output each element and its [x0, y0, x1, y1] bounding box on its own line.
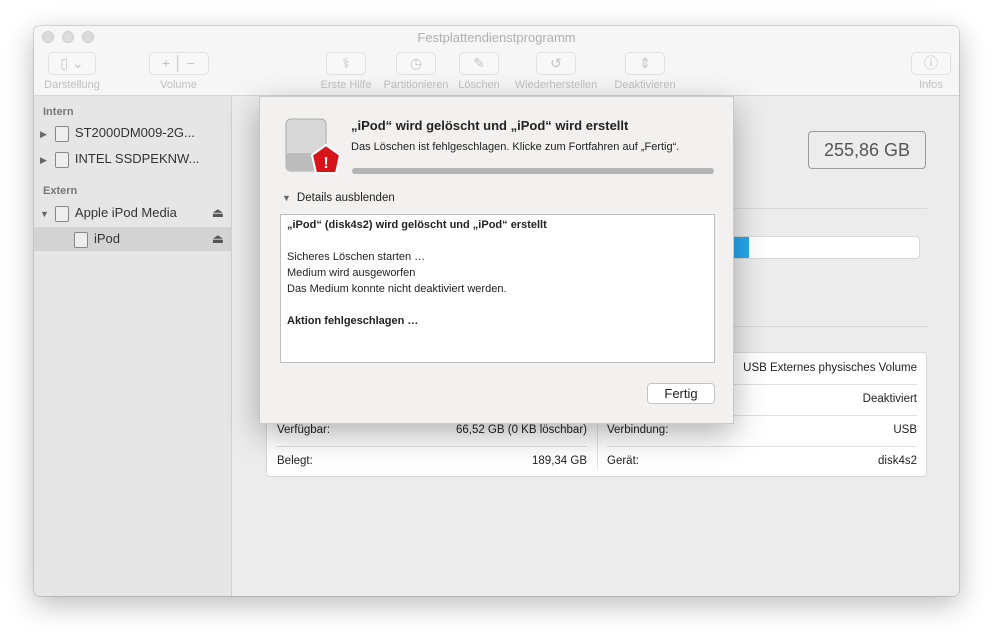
sidebar-item-label: ST2000DM009-2G... — [74, 125, 195, 140]
sidebar-item-ipod-media[interactable]: ▼ Apple iPod Media ⏏ — [34, 201, 232, 225]
window-title: Festplattendienstprogramm — [417, 30, 576, 45]
sidebar-item-disk1[interactable]: ▶ ST2000DM009-2G... — [34, 121, 232, 145]
disclosure-open-icon: ▼ — [282, 193, 291, 203]
disk-error-icon: ! — [285, 118, 342, 174]
partition-button[interactable]: ◷ Partitionieren — [378, 52, 454, 91]
log-line: Das Medium konnte nicht deaktiviert werd… — [287, 283, 507, 295]
info-row-used: Belegt: 189,34 GB — [277, 446, 587, 477]
eject-icon[interactable]: ⏏ — [212, 227, 224, 251]
sidebar-item-disk2[interactable]: ▶ INTEL SSDPEKNW... — [34, 147, 232, 171]
info-icon: ⓘ — [911, 52, 951, 75]
plus-minus-icon: + │ − — [148, 52, 209, 75]
sidebar: Intern ▶ ST2000DM009-2G... ▶ INTEL SSDPEKN… — [34, 96, 232, 596]
partition-label: Partitionieren — [383, 79, 449, 91]
details-toggle[interactable]: ▼ Details ausblenden — [282, 192, 395, 204]
info-label: Gerät: — [607, 455, 639, 467]
info-value: disk4s2 — [878, 455, 917, 467]
hdd-icon — [54, 125, 69, 142]
unmount-icon: ⇕ — [625, 52, 665, 75]
unmount-button[interactable]: ⇕ Deaktivieren — [611, 52, 679, 91]
pie-icon: ◷ — [396, 52, 436, 75]
erase-icon: ✎ — [459, 52, 499, 75]
toolbar: Festplattendienstprogramm ▯ ⌄ Darstellung… — [34, 26, 959, 96]
done-button[interactable]: Fertig — [647, 383, 715, 404]
sidebar-item-label: iPod — [94, 231, 121, 246]
log-line: Sicheres Löschen starten … — [287, 251, 426, 263]
info-label: Infos — [919, 79, 943, 91]
info-label: Belegt: — [277, 455, 313, 467]
dialog-title: „iPod“ wird gelöscht und „iPod“ wird ers… — [351, 118, 629, 133]
view-label: Darstellung — [44, 79, 100, 91]
progress-bar — [352, 168, 714, 174]
info-value: USB Externes physisches Volume — [743, 362, 917, 374]
volume-icon — [74, 231, 88, 248]
sidebar-item-label: INTEL SSDPEKNW... — [74, 151, 200, 166]
view-button[interactable]: ▯ ⌄ Darstellung — [42, 52, 102, 91]
external-header: Extern — [43, 185, 78, 197]
info-value: Deaktiviert — [862, 393, 917, 405]
info-label: Verbindung: — [607, 424, 669, 436]
first-aid-label: Erste Hilfe — [320, 79, 372, 91]
volume-button[interactable]: + │ − Volume — [146, 52, 211, 91]
erase-label: Löschen — [458, 79, 500, 91]
sidebar-icon: ▯ ⌄ — [48, 52, 96, 75]
info-value: USB — [893, 424, 917, 436]
sidebar-item-label: Apple iPod Media — [74, 205, 177, 220]
unmount-label: Deaktivieren — [614, 79, 676, 91]
info-button[interactable]: ⓘ Infos — [910, 52, 952, 91]
dialog-message: Das Löschen ist fehlgeschlagen. Klicke z… — [351, 141, 680, 153]
log-line: „iPod“ (disk4s2) wird gelöscht und „iPod… — [287, 219, 547, 231]
external-disk-icon — [54, 205, 69, 222]
capacity-box: 255,86 GB — [808, 131, 926, 169]
sidebar-item-ipod[interactable]: iPod ⏏ — [34, 227, 232, 251]
erase-sheet: ! „iPod“ wird gelöscht und „iPod“ wird e… — [259, 96, 734, 424]
info-label: Verfügbar: — [277, 424, 331, 436]
volume-label: Volume — [160, 79, 197, 91]
stethoscope-icon: ⚕ — [326, 52, 366, 75]
info-value: 189,34 GB — [532, 455, 587, 467]
first-aid-button[interactable]: ⚕ Erste Hilfe — [316, 52, 376, 91]
restore-button[interactable]: ↺ Wiederherstellen — [511, 52, 601, 91]
hdd-icon — [54, 151, 69, 168]
erase-button[interactable]: ✎ Löschen — [456, 52, 502, 91]
disclosure-icon[interactable]: ▶ — [40, 129, 47, 139]
eject-icon[interactable]: ⏏ — [212, 201, 224, 225]
info-row-device: Gerät: disk4s2 — [607, 446, 917, 477]
restore-label: Wiederherstellen — [514, 79, 598, 91]
log-line: Aktion fehlgeschlagen … — [287, 315, 419, 327]
disclosure-open-icon[interactable]: ▼ — [40, 209, 49, 219]
details-log[interactable]: „iPod“ (disk4s2) wird gelöscht und „iPod… — [280, 214, 715, 363]
disclosure-icon[interactable]: ▶ — [40, 155, 47, 165]
log-line: Medium wird ausgeworfen — [287, 267, 416, 279]
details-toggle-label: Details ausblenden — [296, 192, 395, 204]
restore-icon: ↺ — [536, 52, 576, 75]
svg-text:!: ! — [323, 155, 328, 172]
internal-header: Intern — [43, 106, 74, 118]
